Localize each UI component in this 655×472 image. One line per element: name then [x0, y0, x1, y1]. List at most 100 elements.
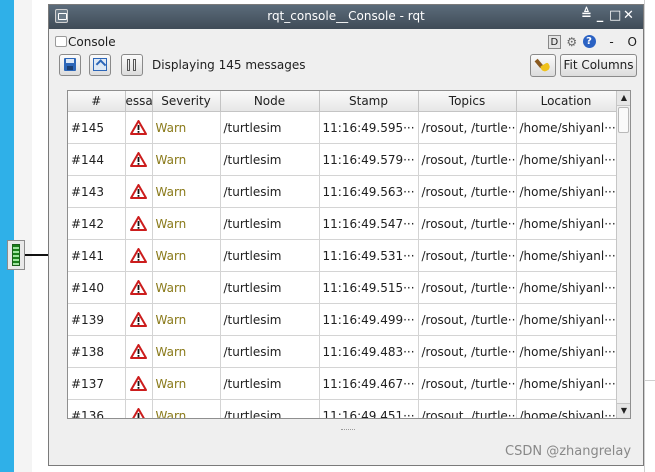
vertical-scrollbar[interactable]: ▲ ▼ — [616, 91, 630, 418]
severity-cell: Warn — [152, 271, 221, 304]
location-cell: /home/shiyanl··· — [516, 303, 617, 336]
splitter-handle[interactable] — [341, 429, 355, 433]
warning-icon — [130, 248, 147, 263]
dock-button[interactable]: D — [547, 34, 561, 49]
topics-cell: /rosout, /turtle··· — [418, 239, 517, 272]
node-cell: /turtlesim — [220, 271, 320, 304]
severity-cell: Warn — [152, 207, 221, 240]
node-cell: /turtlesim — [220, 303, 320, 336]
topics-cell: /rosout, /turtle··· — [418, 303, 517, 336]
scroll-down-arrow[interactable]: ▼ — [617, 403, 630, 418]
column-header[interactable]: # — [68, 91, 126, 112]
warning-icon — [130, 216, 147, 231]
gear-icon[interactable]: ⚙ — [565, 35, 579, 49]
scroll-thumb[interactable] — [618, 107, 629, 133]
stamp-cell: 11:16:49.515··· — [319, 271, 419, 304]
table-row[interactable]: #143 Warn/turtlesim 11:16:49.563···/rosout… — [68, 175, 617, 208]
stamp-cell: 11:16:49.547··· — [319, 207, 419, 240]
column-header[interactable]: Stamp — [319, 91, 419, 112]
location-cell: /home/shiyanl··· — [516, 111, 617, 144]
table-row[interactable]: #142 Warn/turtlesim 11:16:49.547···/rosout… — [68, 207, 617, 240]
stamp-cell: 11:16:49.483··· — [319, 335, 419, 368]
table-row[interactable]: #139 Warn/turtlesim 11:16:49.499···/rosout… — [68, 303, 617, 336]
plugin-close-button[interactable]: O — [628, 35, 637, 49]
pause-button[interactable] — [121, 54, 143, 76]
column-header[interactable]: essa — [125, 91, 153, 112]
window-titlebar[interactable]: rqt_console__Console - rqt ≜_ □✕ — [49, 5, 643, 29]
location-cell: /home/shiyanl··· — [516, 271, 617, 304]
graph-node-icon[interactable] — [7, 240, 25, 270]
messages-table[interactable]: # essa Severity Node Stamp Topics Location #14… — [67, 90, 631, 419]
message-icon-cell — [125, 143, 153, 176]
background-canvas — [14, 0, 32, 472]
load-icon — [93, 58, 107, 71]
topics-cell: /rosout, /turtle··· — [418, 335, 517, 368]
row-number: #143 — [68, 175, 126, 208]
help-icon[interactable]: ? — [582, 35, 596, 48]
minimize-button[interactable]: _ — [595, 8, 609, 23]
table-row[interactable]: #144 Warn/turtlesim 11:16:49.579···/rosout… — [68, 143, 617, 176]
node-cell: /turtlesim — [220, 207, 320, 240]
topics-cell: /rosout, /turtle··· — [418, 399, 517, 418]
row-number: #141 — [68, 239, 126, 272]
stamp-cell: 11:16:49.595··· — [319, 111, 419, 144]
clear-messages-button[interactable] — [530, 54, 556, 77]
warning-icon — [130, 312, 147, 327]
stamp-cell: 11:16:49.531··· — [319, 239, 419, 272]
column-header[interactable]: Location — [516, 91, 617, 112]
row-number: #137 — [68, 367, 126, 400]
save-button[interactable] — [59, 54, 81, 76]
message-icon-cell — [125, 271, 153, 304]
column-header[interactable]: Severity — [152, 91, 221, 112]
stamp-cell: 11:16:49.563··· — [319, 175, 419, 208]
message-icon-cell — [125, 303, 153, 336]
plugin-minimize-button[interactable]: - — [609, 35, 613, 49]
table-row[interactable]: #141 Warn/turtlesim 11:16:49.531···/rosout… — [68, 239, 617, 272]
table-row[interactable]: #137 Warn/turtlesim 11:16:49.467···/rosout… — [68, 367, 617, 400]
message-icon-cell — [125, 175, 153, 208]
node-cell: /turtlesim — [220, 175, 320, 208]
table-row[interactable]: #138 Warn/turtlesim 11:16:49.483···/rosout… — [68, 335, 617, 368]
message-icon-cell — [125, 111, 153, 144]
node-cell: /turtlesim — [220, 111, 320, 144]
location-cell: /home/shiyanl··· — [516, 367, 617, 400]
warning-icon — [130, 120, 147, 135]
warning-icon — [130, 280, 147, 295]
warning-icon — [132, 408, 145, 418]
node-cell: /turtlesim — [220, 367, 320, 400]
watermark: CSDN @zhangrelay — [505, 444, 632, 459]
message-icon-cell — [125, 367, 153, 400]
stamp-cell: 11:16:49.579··· — [319, 143, 419, 176]
table-row[interactable]: #140 Warn/turtlesim 11:16:49.515···/rosout… — [68, 271, 617, 304]
shade-button[interactable]: ≜ — [581, 8, 595, 23]
column-header[interactable]: Topics — [418, 91, 517, 112]
close-button[interactable]: ✕ — [623, 8, 637, 23]
plugin-title: Console — [68, 35, 116, 49]
location-cell: /home/shiyanl··· — [516, 335, 617, 368]
load-button[interactable] — [89, 54, 111, 76]
topics-cell: /rosout, /turtle··· — [418, 367, 517, 400]
message-icon-cell — [125, 207, 153, 240]
message-icon-cell — [125, 239, 153, 272]
scroll-up-arrow[interactable]: ▲ — [617, 91, 630, 106]
warning-icon — [130, 184, 147, 199]
pause-icon — [127, 59, 137, 71]
table-row[interactable]: #145 Warn/turtlesim 11:16:49.595···/rosout… — [68, 111, 617, 144]
column-header[interactable]: Node — [220, 91, 320, 112]
fit-columns-button[interactable]: Fit Columns — [560, 54, 637, 77]
table-row[interactable]: #136 Warn/turtlesim 11:16:49.451···/rosout… — [68, 399, 617, 418]
background-divider — [644, 0, 645, 472]
row-number: #138 — [68, 335, 126, 368]
stamp-cell: 11:16:49.467··· — [319, 367, 419, 400]
node-cell: /turtlesim — [220, 143, 320, 176]
row-number: #142 — [68, 207, 126, 240]
maximize-button[interactable]: □ — [609, 8, 623, 23]
topics-cell: /rosout, /turtle··· — [418, 175, 517, 208]
row-number: #136 — [68, 399, 126, 418]
row-number: #144 — [68, 143, 126, 176]
severity-cell: Warn — [152, 303, 221, 336]
severity-cell: Warn — [152, 399, 221, 418]
message-count-status: Displaying 145 messages — [152, 58, 306, 72]
topics-cell: /rosout, /turtle··· — [418, 111, 517, 144]
save-icon — [64, 58, 76, 71]
